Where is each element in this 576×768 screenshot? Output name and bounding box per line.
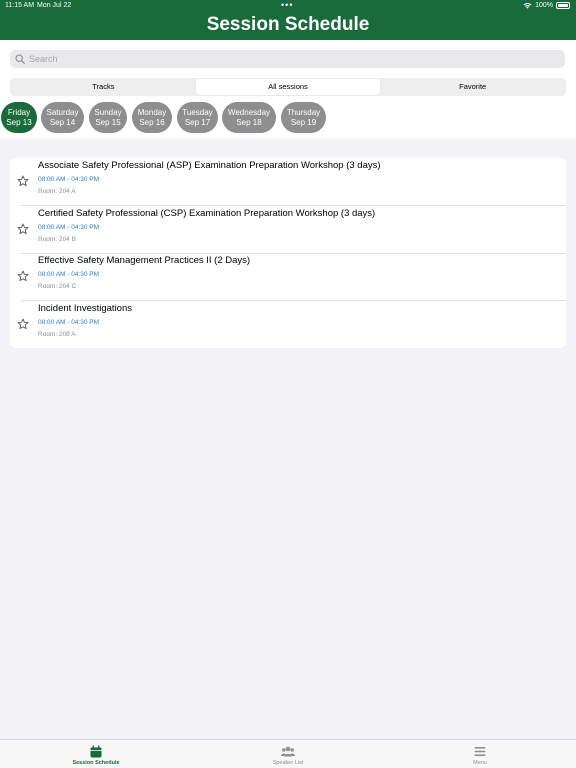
star-icon[interactable] — [17, 318, 29, 330]
day-weekday: Friday — [7, 107, 31, 117]
session-time: 08:00 AM - 04:30 PM — [38, 224, 100, 231]
search-box[interactable] — [10, 50, 565, 68]
day-saturday[interactable]: Saturday Sep 14 — [41, 102, 84, 133]
day-tuesday[interactable]: Tuesday Sep 17 — [177, 102, 218, 133]
segment-all-sessions[interactable]: All sessions — [195, 79, 381, 95]
session-item[interactable]: Associate Safety Professional (ASP) Exam… — [10, 158, 566, 206]
session-title: Certified Safety Professional (CSP) Exam… — [38, 208, 376, 219]
day-date: Sep 15 — [95, 117, 121, 127]
status-right: 100% — [523, 2, 570, 9]
header: 11:15 AM Mon Jul 22 ••• 100% Session Sch… — [0, 0, 576, 40]
day-weekday: Sunday — [94, 107, 122, 117]
session-list: Associate Safety Professional (ASP) Exam… — [10, 158, 566, 348]
session-room: Room: 204 C — [38, 283, 77, 290]
session-title: Effective Safety Management Practices II… — [38, 255, 251, 266]
day-date: Sep 17 — [184, 117, 211, 127]
day-weekday: Saturday — [46, 107, 79, 117]
day-friday[interactable]: Friday Sep 13 — [1, 102, 37, 133]
day-sunday[interactable]: Sunday Sep 15 — [89, 102, 127, 133]
day-thursday[interactable]: Thursday Sep 19 — [281, 102, 326, 133]
status-date: Mon Jul 22 — [37, 2, 72, 9]
star-icon[interactable] — [17, 270, 29, 282]
day-weekday: Wednesday — [227, 107, 271, 117]
tab-menu[interactable]: Menu — [384, 740, 576, 768]
day-weekday: Tuesday — [182, 107, 213, 117]
tab-label: Menu — [473, 760, 487, 766]
tab-label: Session Schedule — [72, 760, 120, 766]
day-monday[interactable]: Monday Sep 16 — [132, 102, 172, 133]
star-icon[interactable] — [17, 223, 29, 235]
page-title: Session Schedule — [206, 14, 370, 35]
segment-tracks[interactable]: Tracks — [11, 79, 196, 95]
battery-icon — [556, 2, 570, 9]
session-title: Incident Investigations — [38, 303, 133, 314]
menu-icon — [474, 747, 486, 756]
day-date: Sep 14 — [49, 117, 76, 127]
tab-bar: Session Schedule Speaker List Menu — [0, 739, 576, 768]
tab-session-schedule[interactable]: Session Schedule — [0, 740, 192, 768]
day-weekday: Thursday — [286, 107, 321, 117]
segment-favorite[interactable]: Favorite — [380, 79, 565, 95]
session-title: Associate Safety Professional (ASP) Exam… — [38, 160, 381, 171]
session-item[interactable]: Effective Safety Management Practices II… — [10, 253, 566, 301]
calendar-icon — [90, 745, 102, 758]
segmented-control: Tracks All sessions Favorite — [10, 78, 566, 96]
tab-speaker-list[interactable]: Speaker List — [192, 740, 384, 768]
search-icon — [15, 54, 25, 64]
multitasking-dots-icon[interactable]: ••• — [281, 0, 293, 10]
session-item[interactable]: Certified Safety Professional (CSP) Exam… — [10, 206, 566, 254]
filter-area: Tracks All sessions Favorite Friday Sep … — [0, 40, 576, 138]
session-time: 08:00 AM - 04:30 PM — [38, 271, 100, 278]
battery-percent: 100% — [535, 2, 553, 9]
day-date: Sep 16 — [139, 117, 165, 127]
search-input[interactable] — [29, 54, 529, 64]
session-room: Room: 204 B — [38, 236, 76, 243]
session-time: 08:00 AM - 04:30 PM — [38, 319, 100, 326]
session-item[interactable]: Incident Investigations 08:00 AM - 04:30… — [10, 301, 566, 349]
day-weekday: Monday — [137, 107, 167, 117]
star-icon[interactable] — [17, 175, 29, 187]
day-date: Sep 13 — [6, 117, 32, 127]
session-room: Room: 204 A — [38, 188, 76, 195]
status-bar: 11:15 AM Mon Jul 22 ••• 100% — [0, 0, 576, 12]
wifi-icon — [523, 3, 532, 9]
session-room: Room: 208 A — [38, 331, 76, 338]
day-wednesday[interactable]: Wednesday Sep 18 — [222, 102, 276, 133]
status-time: 11:15 AM — [5, 2, 35, 9]
day-date: Sep 19 — [290, 117, 317, 127]
day-selector: Friday Sep 13 Saturday Sep 14 Sunday Sep… — [0, 102, 576, 134]
tab-label: Speaker List — [272, 760, 304, 766]
day-date: Sep 18 — [236, 117, 262, 127]
session-time: 08:00 AM - 04:30 PM — [38, 176, 100, 183]
people-icon — [281, 746, 295, 757]
